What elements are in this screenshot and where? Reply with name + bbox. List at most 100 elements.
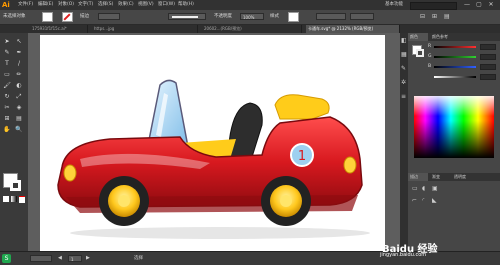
slider-g[interactable]: G [428,53,498,61]
stroke-color-box[interactable] [10,180,21,191]
menu-help[interactable]: 帮助(H) [178,1,194,9]
menu-view[interactable]: 视图(V) [138,1,154,9]
sogou-input-icon[interactable]: S [2,254,11,263]
object-label: 未选择对象 [3,14,26,19]
slider-b-track[interactable] [434,66,476,68]
corner-miter-icon[interactable]: ⌐ [412,197,417,204]
workspace-switcher[interactable]: 基本功能 [385,1,403,9]
tab-transparency[interactable]: 透明度 [452,173,476,181]
type-tool-icon[interactable]: T [2,59,12,68]
slider-g-value[interactable] [480,54,496,60]
tab-doc-1[interactable]: 175931f1f15c.ai* [30,25,88,33]
fill-swatch[interactable] [42,12,53,22]
scale-tool-icon[interactable]: ⤢ [14,92,24,101]
graphic-style-swatch[interactable] [288,12,299,22]
menu-window[interactable]: 窗口(W) [158,1,175,9]
color-mode-icon[interactable] [3,196,9,202]
tab-doc-3[interactable]: 20602...(RGB/预览) [202,25,302,33]
corner-bevel-icon[interactable]: ◣ [432,197,437,204]
panel-stroke-swatch[interactable] [416,49,424,57]
tab-color-guide[interactable]: 颜色参考 [430,33,460,41]
menu-type[interactable]: 文字(T) [78,1,93,9]
minimize-button[interactable]: — [462,0,472,10]
car-seat [227,102,263,158]
car-shadow [70,227,370,239]
brush-dropdown[interactable] [168,13,206,20]
zoom-tool-icon[interactable]: 🔍 [14,125,24,134]
stroke-weight-dropdown[interactable] [98,13,120,20]
slider-b-value[interactable] [480,64,496,70]
close-button[interactable]: ✕ [486,0,496,10]
symbols-panel-icon[interactable]: ✲ [401,79,406,86]
brushes-panel-icon[interactable]: ✎ [401,65,406,72]
artboard[interactable]: 1 [40,35,385,251]
tab-color[interactable]: 颜色 [408,33,428,41]
spectrum-white-overlay [414,96,494,116]
corner-round-icon[interactable]: ◜ [422,197,424,204]
magic-wand-tool-icon[interactable]: ✎ [2,48,12,57]
opacity-dropdown[interactable]: 100% [240,13,264,20]
document-setup-button[interactable] [316,13,346,20]
front-headlight [63,164,77,182]
control-bar: 未选择对象 描边 不透明度 100% 样式 ⊟ ⊞ ▤ [0,10,500,25]
shape-builder-tool-icon[interactable]: ◈ [14,103,24,112]
app-logo: Ai [2,1,10,9]
none-mode-icon[interactable] [19,196,25,203]
menu-object[interactable]: 对象(O) [58,1,74,9]
pencil-tool-icon[interactable]: ✏ [14,70,24,79]
stroke-panel-icon[interactable]: ≡ [401,93,406,100]
menu-select[interactable]: 选择(S) [98,1,113,9]
cartoon-car-illustration[interactable]: 1 [40,35,385,251]
slider-r-value[interactable] [480,44,496,50]
direct-selection-tool-icon[interactable]: ↖ [14,37,24,46]
rotate-tool-icon[interactable]: ↻ [2,92,12,101]
artboard-number[interactable]: 1 [68,255,82,262]
brush-tool-icon[interactable]: 🖌 [2,81,12,90]
style-label: 样式 [270,14,279,19]
menu-edit[interactable]: 编辑(E) [38,1,53,9]
rectangle-tool-icon[interactable]: ▭ [2,70,12,79]
hand-tool-icon[interactable]: ✋ [2,125,12,134]
cap-square-icon[interactable]: ▣ [432,185,438,192]
prev-artboard-icon[interactable]: ◀ [58,255,62,261]
slider-k-value[interactable] [480,74,496,80]
gradient-mode-icon[interactable] [11,196,17,202]
transform-icon[interactable]: ⊞ [432,13,437,20]
swatches-panel-icon[interactable]: ▦ [401,51,407,58]
brush-stroke-preview-icon [172,16,198,18]
cap-butt-icon[interactable]: ▭ [412,185,418,192]
tab-doc-active[interactable]: 卡通车.svg* @ 2132% (RGB/预览) [306,25,400,33]
pen-tool-icon[interactable]: ✒ [14,48,24,57]
mesh-tool-icon[interactable]: ⊞ [2,114,12,123]
stroke-label: 描边 [80,14,89,19]
selection-tool-icon[interactable]: ➤ [2,37,12,46]
tab-stroke[interactable]: 描边 [408,173,428,181]
line-tool-icon[interactable]: / [14,59,24,68]
slider-r-track[interactable] [434,46,476,48]
slider-b[interactable]: B [428,63,498,71]
front-wheel [99,176,149,226]
align-icon[interactable]: ⊟ [420,13,425,20]
blob-brush-tool-icon[interactable]: ◐ [14,81,24,90]
arrange-icon[interactable]: ▤ [444,13,450,20]
search-input[interactable] [410,2,457,10]
slider-g-track[interactable] [434,56,476,58]
color-panel-icon[interactable]: ◧ [401,37,407,44]
scissors-tool-icon[interactable]: ✂ [2,103,12,112]
maximize-button[interactable]: ▢ [474,0,484,10]
tab-doc-2[interactable]: https...jpg [92,25,198,33]
status-mode[interactable]: 选择 [134,255,143,261]
slider-k-track[interactable] [434,76,476,78]
preferences-button[interactable] [350,13,374,20]
menu-effect[interactable]: 效果(C) [118,1,134,9]
slider-k[interactable] [428,73,498,81]
zoom-dropdown[interactable] [30,255,52,262]
opacity-label: 不透明度 [214,14,232,19]
graph-tool-icon[interactable]: ▤ [14,114,24,123]
tab-gradient[interactable]: 渐变 [430,173,450,181]
slider-r[interactable]: R [428,43,498,51]
rear-wheel [261,176,311,226]
next-artboard-icon[interactable]: ▶ [86,255,90,261]
cap-round-icon[interactable]: ◖ [422,185,425,192]
menu-file[interactable]: 文件(F) [18,1,33,9]
